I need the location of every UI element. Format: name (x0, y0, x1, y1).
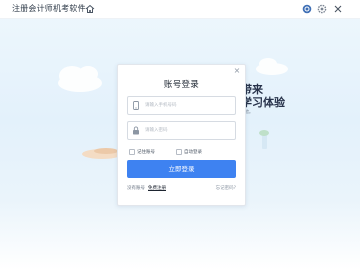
remember-checkbox[interactable] (129, 149, 135, 155)
title-bar: 注册会计师机考软件 (0, 0, 360, 19)
plant-illustration (259, 130, 269, 149)
home-icon[interactable] (85, 4, 95, 14)
island-illustration (82, 148, 122, 159)
login-footer: 没有账号 免费注册 忘记密码? (127, 185, 236, 193)
password-input[interactable] (145, 123, 231, 137)
login-button[interactable]: 立即登录 (127, 160, 236, 178)
login-dialog: × 账号登录 记住账号 自动登录 立即登录 没有账号 免费注册 忘记密码? (117, 64, 246, 206)
remember-label: 记住账号 (137, 150, 155, 155)
phone-field[interactable] (127, 96, 236, 115)
auto-login-checkbox[interactable] (176, 149, 182, 155)
dialog-title: 账号登录 (163, 80, 200, 90)
register-link[interactable]: 免费注册 (148, 185, 166, 191)
auto-login-option[interactable]: 自动登录 (176, 149, 202, 155)
phone-icon (133, 101, 139, 110)
remember-account-option[interactable]: 记住账号 (129, 149, 155, 155)
auto-login-label: 自动登录 (184, 150, 202, 155)
password-field[interactable] (127, 121, 236, 140)
forgot-password-link[interactable]: 忘记密码? (216, 185, 236, 191)
settings-icon[interactable] (317, 4, 327, 14)
app-title: 注册会计师机考软件 (12, 4, 86, 13)
lock-icon (133, 126, 139, 135)
dialog-close-button[interactable]: × (232, 66, 242, 76)
promo-headline-line2: 学习体验 (241, 96, 285, 109)
close-icon[interactable] (333, 4, 343, 14)
help-icon[interactable] (302, 4, 312, 14)
phone-input[interactable] (145, 98, 231, 112)
no-account-text: 没有账号 (127, 186, 145, 191)
